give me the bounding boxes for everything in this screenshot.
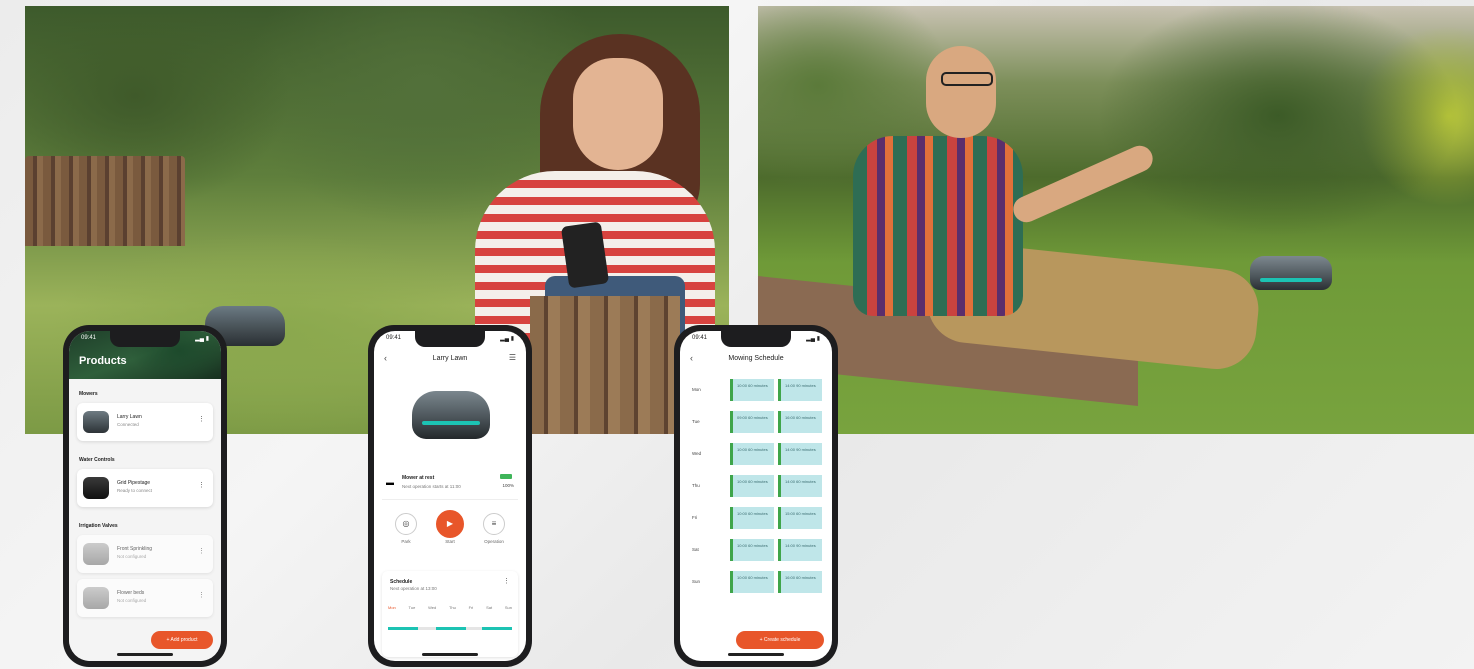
phone-mower-detail: 09:41 ▂▄ ▮ ‹ Larry Lawn ☰ ▬ Mower at rest… — [368, 325, 532, 667]
schedule-timeline-slot — [436, 627, 466, 630]
product-name: Grid Pipestage — [117, 480, 151, 486]
schedule-card[interactable]: Schedule Next operation at 13:00 ⋮ Mon T… — [382, 571, 518, 657]
time-slot[interactable]: 16:00 60 minutes — [778, 411, 822, 433]
schedule-row-sun[interactable]: Sun 10:00 60 minutes 16:00 60 minutes — [688, 571, 824, 595]
status-time: 09:41 — [692, 335, 708, 341]
product-card-larry-lawn[interactable]: Larry Lawn Connected ⋮ — [77, 403, 213, 441]
status-time: 09:41 — [81, 335, 97, 341]
time-slot[interactable]: 16:00 60 minutes — [778, 571, 822, 593]
schedule-timeline-slot — [388, 627, 418, 630]
day-tab[interactable]: Thu — [449, 605, 456, 610]
product-status: Not configured — [117, 598, 147, 603]
time-slot[interactable]: 14:00 90 minutes — [778, 443, 822, 465]
create-schedule-button[interactable]: + Create schedule — [736, 631, 824, 649]
battery-level: 100% — [502, 483, 514, 488]
robot-mower — [1250, 256, 1332, 290]
time-slot[interactable]: 09:00 60 minutes — [730, 411, 774, 433]
mower-image — [412, 391, 490, 439]
product-card-grid-pipestage[interactable]: Grid Pipestage Ready to connect ⋮ — [77, 469, 213, 507]
page-title: Products — [79, 355, 127, 367]
mower-icon — [83, 411, 109, 433]
product-name: Flower beds — [117, 590, 145, 596]
day-tab[interactable]: Wed — [428, 605, 436, 610]
woman-face — [573, 58, 663, 170]
day-tab[interactable]: Sat — [486, 605, 492, 610]
schedule-row-fri[interactable]: Fri 10:00 60 minutes 15:00 60 minutes — [688, 507, 824, 531]
mower-detail-screen: 09:41 ▂▄ ▮ ‹ Larry Lawn ☰ ▬ Mower at rest… — [374, 331, 526, 661]
schedule-row-wed[interactable]: Wed 10:00 60 minutes 14:00 90 minutes — [688, 443, 824, 467]
park-icon: ◎ — [395, 513, 417, 535]
time-slot[interactable]: 10:00 60 minutes — [730, 443, 774, 465]
page-title: Larry Lawn — [432, 355, 468, 362]
page-title: Mowing Schedule — [728, 355, 784, 362]
product-status: Connected — [117, 422, 139, 427]
schedule-subtitle: Next operation at 13:00 — [390, 586, 437, 591]
valve-icon — [83, 587, 109, 609]
wooden-fence — [25, 156, 185, 246]
day-tab[interactable]: Mon — [388, 605, 396, 610]
valve-icon — [83, 543, 109, 565]
mower-status-icon: ▬ — [386, 478, 394, 487]
section-water-controls: Water Controls — [79, 457, 115, 463]
phone-mowing-schedule: 09:41 ▂▄ ▮ ‹ Mowing Schedule Mon 10:00 60… — [674, 325, 838, 667]
day-tab[interactable]: Tue — [409, 605, 416, 610]
product-card-flower-beds[interactable]: Flower beds Not configured ⋮ — [77, 579, 213, 617]
park-button[interactable]: ◎ Park — [386, 513, 426, 544]
time-slot[interactable]: 10:00 60 minutes — [730, 539, 774, 561]
section-mowers: Mowers — [79, 391, 98, 397]
mower-status-panel: ▬ Mower at rest Next operation starts at… — [382, 469, 518, 500]
water-control-icon — [83, 477, 109, 499]
man-arm-with-phone — [1009, 141, 1157, 227]
section-irrigation-valves: Irrigation Valves — [79, 523, 118, 529]
schedule-row-mon[interactable]: Mon 10:00 60 minutes 14:00 90 minutes — [688, 379, 824, 403]
man-checked-shirt — [853, 136, 1023, 316]
schedule-title: Schedule — [390, 579, 413, 585]
wooden-gate — [530, 296, 680, 434]
time-slot[interactable]: 10:00 60 minutes — [730, 571, 774, 593]
menu-icon[interactable]: ☰ — [509, 353, 516, 362]
time-slot[interactable]: 10:00 60 minutes — [730, 379, 774, 401]
product-card-front-sprinkling[interactable]: Front Sprinkling Not configured ⋮ — [77, 535, 213, 573]
battery-icon — [500, 474, 512, 479]
schedule-row-thu[interactable]: Thu 10:00 60 minutes 14:00 60 minutes — [688, 475, 824, 499]
more-vert-icon[interactable]: ⋮ — [198, 591, 205, 599]
product-status: Not configured — [117, 554, 147, 559]
product-name: Front Sprinkling — [117, 546, 153, 552]
time-slot[interactable]: 14:00 90 minutes — [778, 379, 822, 401]
product-status: Ready to connect — [117, 488, 153, 493]
play-icon: ▶ — [436, 510, 464, 538]
phone-products: 09:41 ▂▄ ▮ Products Mowers Larry Lawn Con… — [63, 325, 227, 667]
more-vert-icon[interactable]: ⋮ — [198, 415, 205, 423]
time-slot[interactable]: 14:00 60 minutes — [778, 475, 822, 497]
schedule-timeline-slot — [482, 627, 512, 630]
man-head — [926, 46, 996, 138]
product-name: Larry Lawn — [117, 414, 142, 420]
operation-button[interactable]: ≡ Operation — [474, 513, 514, 544]
status-subtitle: Next operation starts at 11:00 — [402, 484, 461, 489]
time-slot[interactable]: 10:00 60 minutes — [730, 507, 774, 529]
products-screen: 09:41 ▂▄ ▮ Products Mowers Larry Lawn Con… — [69, 331, 221, 661]
handheld-phone — [560, 221, 610, 289]
hero-photo-man — [758, 6, 1474, 434]
day-tab[interactable]: Sun — [505, 605, 512, 610]
time-slot[interactable]: 15:00 60 minutes — [778, 507, 822, 529]
time-slot[interactable]: 10:00 60 minutes — [730, 475, 774, 497]
glasses-icon — [941, 72, 993, 86]
more-vert-icon[interactable]: ⋮ — [198, 481, 205, 489]
add-product-button[interactable]: + Add product — [151, 631, 213, 649]
start-button[interactable]: ▶ Start — [430, 510, 470, 544]
more-vert-icon[interactable]: ⋮ — [503, 577, 510, 585]
list-icon: ≡ — [483, 513, 505, 535]
schedule-row-tue[interactable]: Tue 09:00 60 minutes 16:00 60 minutes — [688, 411, 824, 435]
schedule-row-sat[interactable]: Sat 10:00 60 minutes 14:00 90 minutes — [688, 539, 824, 563]
status-title: Mower at rest — [402, 475, 435, 481]
day-tab[interactable]: Fri — [469, 605, 474, 610]
status-time: 09:41 — [386, 335, 402, 341]
time-slot[interactable]: 14:00 90 minutes — [778, 539, 822, 561]
more-vert-icon[interactable]: ⋮ — [198, 547, 205, 555]
schedule-screen: 09:41 ▂▄ ▮ ‹ Mowing Schedule Mon 10:00 60… — [680, 331, 832, 661]
